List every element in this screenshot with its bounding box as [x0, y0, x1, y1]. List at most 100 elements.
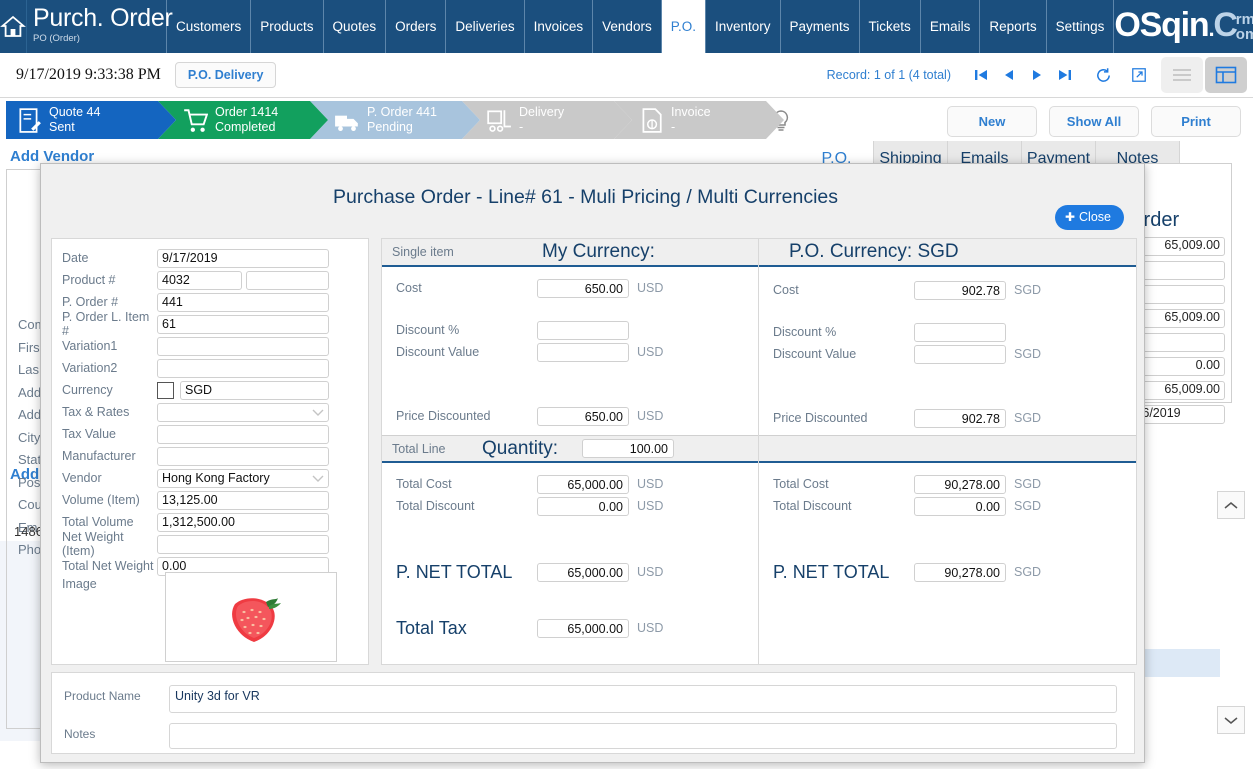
close-button[interactable]: ✚ Close	[1054, 205, 1124, 230]
workflow-step-text: Invoice -	[671, 105, 711, 135]
row-value-total-cost[interactable]: 90,278.00	[914, 474, 1006, 494]
row-unit-p-net-total: SGD	[1014, 565, 1042, 579]
workflow-step-4[interactable]: Delivery -	[462, 101, 632, 139]
row-value-p-net-total[interactable]: 65,000.00	[537, 562, 629, 582]
field-input-variation1[interactable]	[157, 336, 329, 356]
row-value-price-discounted[interactable]: 902.78	[914, 408, 1006, 428]
field-label-vendor: Vendor	[62, 471, 102, 485]
nav-item-label: Products	[260, 19, 314, 34]
next-record-button[interactable]	[1023, 61, 1051, 89]
nav-item-settings[interactable]: Settings	[1047, 0, 1115, 53]
workflow-step-2[interactable]: Order 1414 Completed	[158, 101, 328, 139]
row-value-discount[interactable]	[914, 322, 1006, 342]
row-value-discount-value[interactable]	[537, 342, 629, 362]
logo-main-text: OSqin	[1114, 5, 1209, 44]
home-button[interactable]	[0, 0, 27, 53]
field-input-volume-item[interactable]: 13,125.00	[157, 490, 329, 510]
collapse-up-button[interactable]	[1217, 491, 1245, 519]
product-name-row: Product Name Unity 3d for VR	[52, 673, 1134, 713]
row-value-cost[interactable]: 902.78	[914, 280, 1006, 300]
chevron-up-icon	[1224, 501, 1238, 509]
row-label-price-discounted: Price Discounted	[773, 411, 868, 425]
workflow-step-line2: Pending	[367, 120, 413, 134]
row-value-total-cost[interactable]: 65,000.00	[537, 474, 629, 494]
row-value-price-discounted[interactable]: 650.00	[537, 406, 629, 426]
nav-item-emails[interactable]: Emails	[921, 0, 981, 53]
currency-row: Price Discounted 650.00 USD	[382, 405, 758, 427]
row-value-p-net-total[interactable]: 90,278.00	[914, 562, 1006, 582]
nav-item-products[interactable]: Products	[251, 0, 324, 53]
form-view-button[interactable]	[1205, 57, 1247, 93]
my-currency-header: Single item My Currency:	[382, 239, 758, 267]
nav-item-tickets[interactable]: Tickets	[860, 0, 921, 53]
row-label-p-net-total: P. NET TOTAL	[396, 561, 513, 582]
form-row: Vendor Hong Kong Factory	[52, 467, 368, 489]
field-input-variation2[interactable]	[157, 358, 329, 378]
my-currency-title: My Currency:	[542, 241, 655, 262]
first-record-button[interactable]	[967, 61, 995, 89]
field-input-manufacturer[interactable]	[157, 446, 329, 466]
field-label-p-order: P. Order #	[62, 295, 119, 309]
nav-item-invoices[interactable]: Invoices	[525, 0, 594, 53]
field-input-tax-value[interactable]	[157, 424, 329, 444]
nav-item-payments[interactable]: Payments	[781, 0, 860, 53]
workflow-steps: Quote 44 Sent Order 1414 Completed P. Order …	[6, 101, 806, 139]
nav-item-vendors[interactable]: Vendors	[593, 0, 662, 53]
nav-item-label: Customers	[176, 19, 242, 34]
nav-item-p-o[interactable]: P.O.	[661, 0, 706, 53]
list-view-button[interactable]	[1161, 57, 1203, 93]
nav-item-inventory[interactable]: Inventory	[706, 0, 781, 53]
field-input-total-volume[interactable]: 1,312,500.00	[157, 512, 329, 532]
row-value-discount-value[interactable]	[914, 344, 1006, 364]
refresh-button[interactable]	[1089, 61, 1117, 89]
field-label-manufacturer: Manufacturer	[62, 449, 136, 463]
logo-crm-suffix: rm	[1235, 10, 1253, 28]
po-delivery-button[interactable]: P.O. Delivery	[174, 62, 277, 88]
nav-item-orders[interactable]: Orders	[386, 0, 447, 53]
field-input-p-order[interactable]: 441	[157, 292, 329, 312]
field-input-date[interactable]: 9/17/2019	[157, 248, 329, 268]
row-value-cost[interactable]: 650.00	[537, 278, 629, 298]
new-button[interactable]: New	[947, 106, 1037, 137]
print-button[interactable]: Print	[1151, 106, 1241, 137]
currency-checkbox[interactable]	[157, 381, 174, 399]
row-value-total-tax[interactable]: 65,000.00	[537, 618, 629, 638]
field-select-tax-rates[interactable]	[157, 402, 329, 422]
field-input-product[interactable]: 4032	[157, 270, 242, 290]
field-input-net-weight-item[interactable]	[157, 534, 329, 554]
total-line-label: Total Line	[392, 441, 446, 456]
field-label-date: Date	[62, 251, 89, 265]
row-label-price-discounted: Price Discounted	[396, 409, 491, 423]
expand-down-button[interactable]	[1217, 706, 1245, 734]
field-input-currency[interactable]: SGD	[180, 380, 329, 400]
previous-record-button[interactable]	[995, 61, 1023, 89]
row-label-discount: Discount %	[396, 323, 460, 337]
show-all-button[interactable]: Show All	[1049, 106, 1139, 137]
field-input-product-alt[interactable]	[246, 270, 329, 290]
currency-row: Cost 650.00 USD	[382, 277, 758, 299]
workflow-step-3[interactable]: P. Order 441 Pending	[310, 101, 480, 139]
row-value-total-discount[interactable]: 0.00	[537, 496, 629, 516]
workflow-step-text: Order 1414 Completed	[215, 105, 278, 135]
quantity-input[interactable]: 100.00	[582, 439, 674, 458]
product-name-input[interactable]: Unity 3d for VR	[169, 685, 1117, 713]
currency-row: Total Discount 0.00 USD	[382, 495, 758, 517]
notes-input[interactable]	[169, 723, 1117, 749]
nav-item-deliveries[interactable]: Deliveries	[446, 0, 525, 53]
record-toolbar: 9/17/2019 9:33:38 PM P.O. Delivery Recor…	[0, 53, 1253, 98]
nav-item-reports[interactable]: Reports	[980, 0, 1047, 53]
last-record-button[interactable]	[1051, 61, 1079, 89]
field-input-p-order-l-item[interactable]: 61	[157, 314, 329, 334]
workflow-step-5[interactable]: Invoice -	[614, 101, 784, 139]
nav-item-quotes[interactable]: Quotes	[324, 0, 387, 53]
field-select-vendor[interactable]: Hong Kong Factory	[157, 468, 329, 488]
workflow-step-1[interactable]: Quote 44 Sent	[6, 101, 176, 139]
field-label-p-order-l-item: P. Order L. Item #	[62, 310, 150, 338]
row-value-discount[interactable]	[537, 320, 629, 340]
truck-icon	[334, 107, 360, 133]
form-row: Net Weight (Item)	[52, 530, 368, 558]
currency-row: Total Cost 65,000.00 USD	[382, 473, 758, 495]
open-external-button[interactable]	[1125, 61, 1153, 89]
nav-item-customers[interactable]: Customers	[167, 0, 252, 53]
row-value-total-discount[interactable]: 0.00	[914, 496, 1006, 516]
